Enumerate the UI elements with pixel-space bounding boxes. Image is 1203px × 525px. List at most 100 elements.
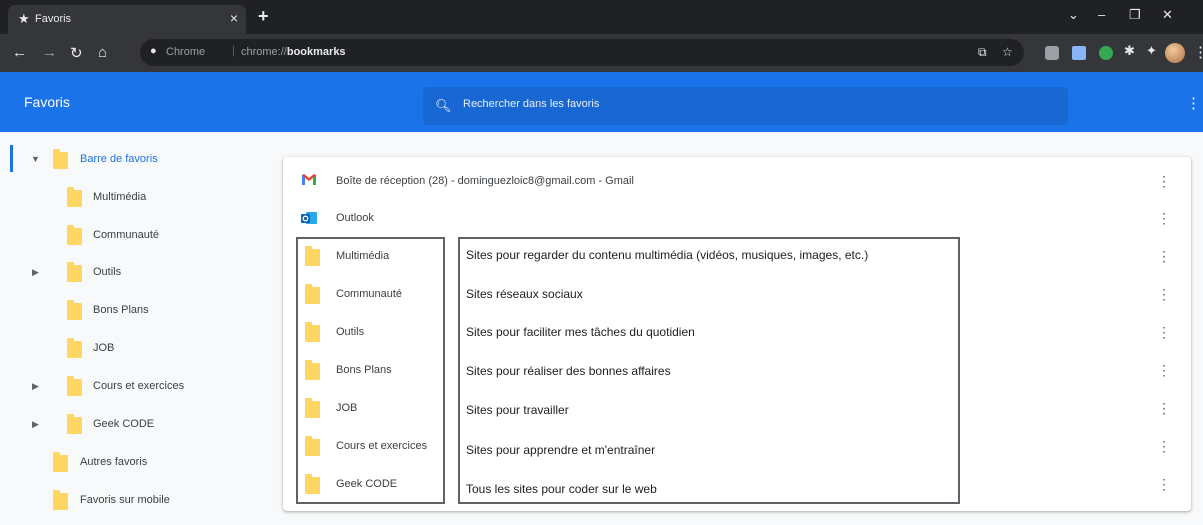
reload-icon[interactable]: ↻ xyxy=(70,44,83,62)
sidebar-item-label: Favoris sur mobile xyxy=(80,494,170,506)
sidebar-item-cours-et-exercices[interactable]: ▶ Cours et exercices xyxy=(25,372,285,402)
bookmark-title: Bons Plans xyxy=(336,364,392,376)
address-separator: | xyxy=(232,45,235,57)
sidebar-item-geek-code[interactable]: ▶ Geek CODE xyxy=(25,410,285,440)
sidebar-item-favoris-sur-mobile[interactable]: Favoris sur mobile xyxy=(25,486,285,516)
more-vert-icon[interactable]: ⋮ xyxy=(1186,94,1201,112)
expand-arrow-icon[interactable]: ▶ xyxy=(32,267,39,278)
more-vert-icon[interactable]: ⋮ xyxy=(1157,362,1171,379)
bookmark-title: Geek CODE xyxy=(336,478,398,490)
puzzle-icon[interactable]: ✱ xyxy=(1124,43,1138,58)
tab-search-icon[interactable]: ⌄ xyxy=(1068,7,1079,23)
folder-icon xyxy=(67,262,82,282)
list-item[interactable]: Boîte de réception (28) - dominguezloic8… xyxy=(283,163,1191,201)
folder-icon xyxy=(67,300,82,320)
annotation-text: Sites pour réaliser des bonnes affaires xyxy=(466,364,671,378)
sidebar-item-autres-favoris[interactable]: Autres favoris xyxy=(25,448,285,478)
close-window-icon[interactable]: ✕ xyxy=(1162,7,1173,23)
collapse-arrow-icon[interactable]: ▼ xyxy=(31,154,40,164)
sidebar-item-label: Multimédia xyxy=(93,191,147,203)
folder-icon xyxy=(53,149,68,169)
sidebar-item-label: Cours et exercices xyxy=(93,380,185,392)
sidebar-item-multimedia[interactable]: Multimédia xyxy=(25,183,285,213)
bookmark-title: Outils xyxy=(336,326,365,338)
home-icon[interactable]: ⌂ xyxy=(98,44,107,61)
bookmark-title: Boîte de réception (28) - dominguezloic8… xyxy=(336,175,634,187)
sidebar-item-label: Autres favoris xyxy=(80,456,148,468)
share-icon[interactable]: ⧉ xyxy=(978,45,987,60)
folder-icon xyxy=(67,187,82,207)
more-vert-icon[interactable]: ⋮ xyxy=(1157,438,1171,455)
more-vert-icon[interactable]: ⋮ xyxy=(1157,248,1171,265)
bookmark-title: Cours et exercices xyxy=(336,440,428,452)
forward-icon[interactable]: → xyxy=(42,44,57,61)
close-icon[interactable]: × xyxy=(230,10,238,26)
folder-icon xyxy=(67,376,82,396)
folder-icon xyxy=(67,338,82,358)
minimize-icon[interactable]: – xyxy=(1098,7,1105,22)
list-item[interactable]: Bons Plans ⋮ xyxy=(283,352,1191,390)
page-title: Favoris xyxy=(24,94,70,110)
annotation-text: Sites pour faciliter mes tâches du quoti… xyxy=(466,325,695,339)
back-icon[interactable]: ← xyxy=(12,44,27,61)
avatar[interactable] xyxy=(1165,43,1185,63)
outlook-icon xyxy=(301,212,317,224)
folder-icon xyxy=(305,284,320,304)
folder-icon xyxy=(53,490,68,510)
gmail-icon xyxy=(302,174,316,185)
bookmark-title: Multimédia xyxy=(336,250,390,262)
sidebar-item-barre-de-favoris[interactable]: ▼ Barre de favoris xyxy=(25,145,285,175)
folder-icon xyxy=(67,414,82,434)
tab-title: Favoris xyxy=(35,13,72,25)
more-vert-icon[interactable]: ⋮ xyxy=(1157,400,1171,417)
site-info-icon[interactable]: ● xyxy=(150,45,157,57)
tab-favoris[interactable]: ★ Favoris × xyxy=(8,5,246,34)
bookmarks-header: Favoris 🔍︎ ⋮ xyxy=(0,72,1203,132)
extension-icon[interactable] xyxy=(1045,46,1059,60)
annotation-text: Sites pour regarder du contenu multimédi… xyxy=(466,248,869,262)
sidebar-item-label: Geek CODE xyxy=(93,418,155,430)
expand-arrow-icon[interactable]: ▶ xyxy=(32,381,39,392)
list-item[interactable]: Geek CODE ⋮ xyxy=(283,466,1191,504)
sidebar-item-label: Barre de favoris xyxy=(80,153,158,165)
bookmark-star-icon[interactable]: ☆ xyxy=(1002,45,1013,59)
sidebar-item-outils[interactable]: ▶ Outils xyxy=(25,258,285,288)
chat-extension-icon[interactable] xyxy=(1072,46,1086,60)
address-label: Chrome xyxy=(166,46,206,58)
pin-icon[interactable]: ✦ xyxy=(1146,43,1160,58)
tab-strip: ★ Favoris × + ⌄ – ❐ ✕ xyxy=(0,0,1203,34)
more-vert-icon[interactable]: ⋮ xyxy=(1157,173,1171,190)
list-item[interactable]: Cours et exercices ⋮ xyxy=(283,428,1191,466)
more-vert-icon[interactable]: ⋮ xyxy=(1157,210,1171,227)
address-bar[interactable]: ● Chrome | chrome://bookmarks ⧉ ☆ xyxy=(140,39,1024,66)
sidebar-item-communaute[interactable]: Communauté xyxy=(25,221,285,251)
sidebar-item-job[interactable]: JOB xyxy=(25,334,285,364)
folder-icon xyxy=(305,398,320,418)
search-input[interactable] xyxy=(463,98,1053,110)
expand-arrow-icon[interactable]: ▶ xyxy=(32,419,39,430)
selection-indicator xyxy=(10,145,13,172)
restore-icon[interactable]: ❐ xyxy=(1129,7,1141,23)
folder-icon xyxy=(67,225,82,245)
annotation-text: Sites pour apprendre et m'entraîner xyxy=(466,443,656,457)
folder-icon xyxy=(305,322,320,342)
sidebar-item-label: Outils xyxy=(93,266,122,278)
green-extension-icon[interactable] xyxy=(1099,46,1113,60)
more-vert-icon[interactable]: ⋮ xyxy=(1157,286,1171,303)
bookmark-list: Boîte de réception (28) - dominguezloic8… xyxy=(283,157,1191,511)
sidebar-item-label: JOB xyxy=(93,342,115,354)
list-item[interactable]: Outils ⋮ xyxy=(283,314,1191,352)
folder-icon xyxy=(305,474,320,494)
list-item[interactable]: JOB ⋮ xyxy=(283,390,1191,428)
sidebar-item-label: Communauté xyxy=(93,229,160,241)
new-tab-icon[interactable]: + xyxy=(258,6,269,27)
more-vert-icon[interactable]: ⋮ xyxy=(1157,476,1171,493)
sidebar-item-label: Bons Plans xyxy=(93,304,149,316)
list-item[interactable]: Communauté ⋮ xyxy=(283,276,1191,314)
more-vert-icon[interactable]: ⋮ xyxy=(1193,43,1203,61)
search-box[interactable]: 🔍︎ xyxy=(423,87,1068,125)
sidebar-item-bons-plans[interactable]: Bons Plans xyxy=(25,296,285,326)
more-vert-icon[interactable]: ⋮ xyxy=(1157,324,1171,341)
bookmark-title: JOB xyxy=(336,402,358,414)
list-item[interactable]: Outlook ⋮ xyxy=(283,200,1191,238)
